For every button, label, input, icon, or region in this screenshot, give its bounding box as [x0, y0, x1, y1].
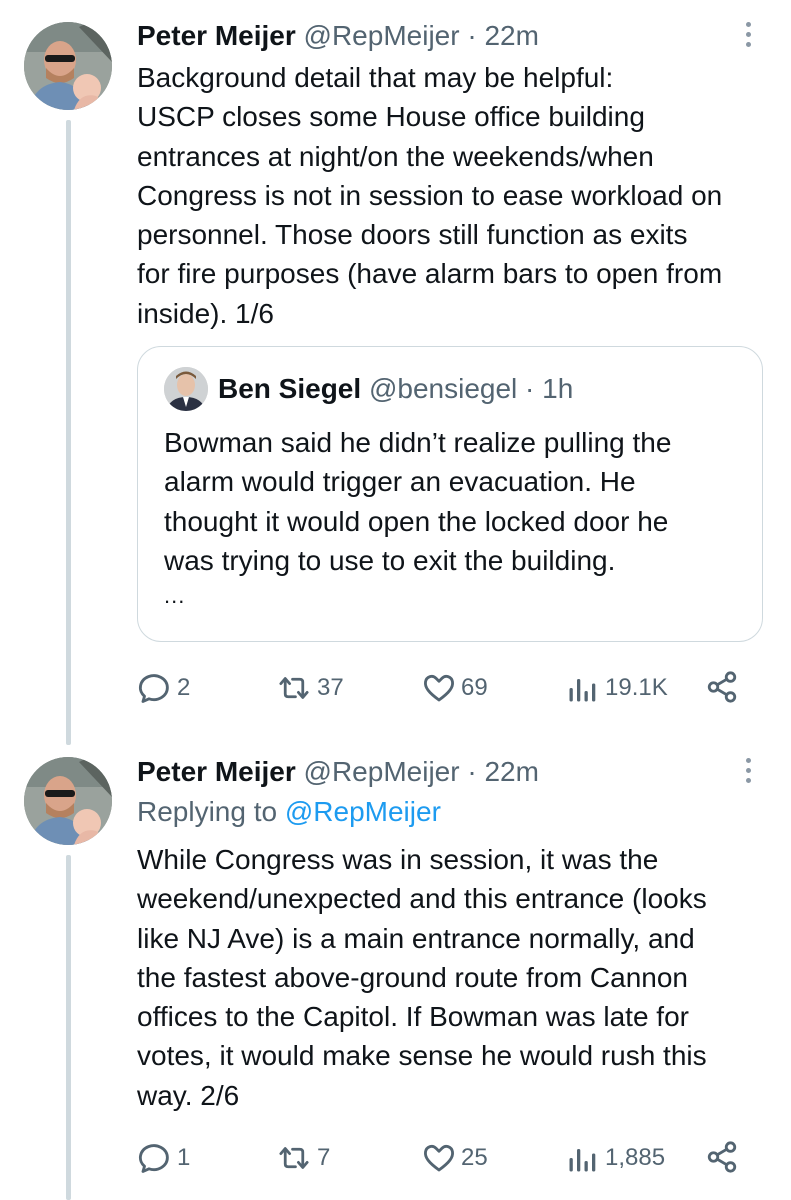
- like-count: 69: [461, 674, 488, 701]
- heart-icon: [424, 1144, 454, 1172]
- tweet-header: Peter Meijer @RepMeijer · 22m: [137, 754, 539, 790]
- author-name[interactable]: Peter Meijer: [137, 756, 296, 787]
- author-handle[interactable]: @RepMeijer: [304, 756, 460, 787]
- quoted-text: Bowman said he didn’t realize pulling th…: [164, 427, 672, 576]
- tweet-text: While Congress was in session, it was th…: [137, 844, 707, 1111]
- author-handle[interactable]: @RepMeijer: [304, 20, 460, 51]
- tweet-text: Background detail that may be helpful: U…: [137, 62, 723, 329]
- replying-to-line: Replying to @RepMeijer: [137, 794, 441, 830]
- tweet[interactable]: Peter Meijer @RepMeijer · 22m Replying t…: [0, 740, 791, 1200]
- views-icon: [569, 679, 596, 702]
- retweet-button[interactable]: 7: [275, 1140, 330, 1176]
- reply-icon: [139, 1144, 169, 1173]
- like-button[interactable]: 25: [421, 1140, 488, 1176]
- timestamp[interactable]: 22m: [484, 756, 538, 787]
- like-count: 25: [461, 1144, 488, 1171]
- quoted-author-handle: @bensiegel: [368, 373, 518, 404]
- reply-button[interactable]: 2: [137, 670, 190, 706]
- author-name[interactable]: Peter Meijer: [137, 20, 296, 51]
- avatar: [164, 367, 208, 411]
- more-options-icon[interactable]: [743, 758, 753, 788]
- retweet-count: 7: [317, 1144, 331, 1171]
- avatar[interactable]: [24, 757, 112, 845]
- views-button[interactable]: 1,885: [565, 1140, 665, 1176]
- action-bar: 1 7 25 1,885: [137, 1140, 757, 1180]
- show-more-ellipsis: ...: [164, 583, 186, 608]
- views-icon: [569, 1149, 596, 1172]
- reply-button[interactable]: 1: [137, 1140, 190, 1176]
- separator-dot: ·: [467, 756, 477, 787]
- heart-icon: [424, 674, 454, 702]
- tweet[interactable]: Peter Meijer @RepMeijer · 22m Background…: [0, 0, 791, 740]
- quoted-timestamp: 1h: [542, 373, 574, 404]
- quoted-tweet[interactable]: Ben Siegel @bensiegel · 1h Bowman said h…: [137, 346, 763, 642]
- retweet-button[interactable]: 37: [275, 670, 344, 706]
- tweet-header: Peter Meijer @RepMeijer · 22m: [137, 18, 539, 54]
- share-icon: [707, 1141, 737, 1173]
- views-button[interactable]: 19.1K: [565, 670, 668, 706]
- avatar[interactable]: [24, 22, 112, 110]
- view-count: 1,885: [605, 1144, 666, 1171]
- like-button[interactable]: 69: [421, 670, 488, 706]
- retweet-icon: [279, 1147, 309, 1169]
- retweet-icon: [279, 677, 309, 699]
- replying-to-label: Replying to: [137, 796, 278, 827]
- share-icon: [707, 671, 737, 703]
- quoted-header: Ben Siegel @bensiegel · 1h: [218, 371, 573, 407]
- action-bar: 2 37 69 19.1K: [137, 670, 757, 710]
- reply-count: 1: [177, 1144, 191, 1171]
- view-count: 19.1K: [605, 674, 668, 701]
- separator-dot: ·: [525, 373, 535, 404]
- timestamp[interactable]: 22m: [484, 20, 538, 51]
- share-button[interactable]: [705, 1140, 739, 1174]
- reply-icon: [139, 674, 169, 703]
- share-button[interactable]: [705, 670, 739, 704]
- reply-count: 2: [177, 674, 191, 701]
- retweet-count: 37: [317, 674, 344, 701]
- separator-dot: ·: [467, 20, 477, 51]
- more-options-icon[interactable]: [743, 22, 753, 52]
- quoted-author-name: Ben Siegel: [218, 373, 362, 404]
- replying-to-handle[interactable]: @RepMeijer: [285, 796, 441, 827]
